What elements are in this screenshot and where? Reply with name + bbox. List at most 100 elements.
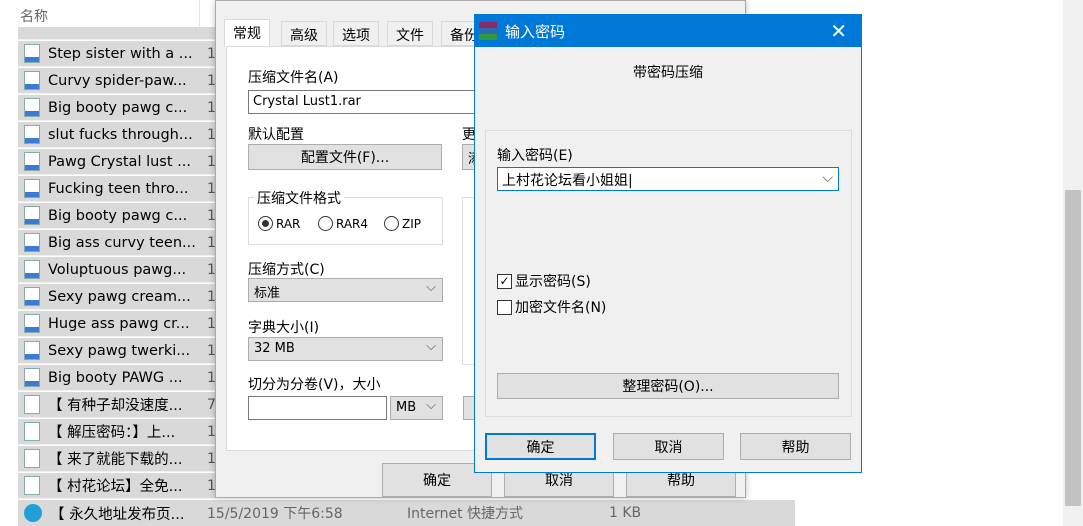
file-name: 【 永久地址发布页... xyxy=(50,506,185,523)
file-name: 【 解压密码：】上... xyxy=(48,425,176,441)
list-item[interactable]: Voluptuous pawg... 1 xyxy=(18,257,216,283)
password-dialog: 输入密码 ✕ 带密码压缩 输入密码(E) 上村花论坛看小姐姐| ⌵ ✓ 显示密码(S… xyxy=(474,14,862,473)
checkbox-label: 显示密码(S) xyxy=(515,274,591,290)
default-profile-label: 默认配置 xyxy=(248,127,304,143)
password-value: 上村花论坛看小姐姐 xyxy=(502,173,628,189)
dialog-title: 输入密码 xyxy=(505,22,566,41)
column-header-name[interactable]: 名称 xyxy=(20,6,48,26)
list-item[interactable]: Big booty PAWG ... 1 xyxy=(18,365,216,391)
format-zip-radio[interactable]: ZIP xyxy=(384,216,421,231)
list-item[interactable]: Big booty pawg c... 1 xyxy=(18,203,216,229)
archive-name-input[interactable]: Crystal Lust1.rar xyxy=(248,90,488,114)
mp4-file-icon xyxy=(24,314,40,333)
radio-icon xyxy=(318,216,333,231)
file-name: Big booty PAWG ... xyxy=(48,369,183,386)
title-bar: 输入密码 ✕ xyxy=(475,15,861,47)
file-name: Fucking teen thro... xyxy=(48,180,189,197)
radio-icon xyxy=(258,216,273,231)
radio-label: RAR xyxy=(276,216,301,231)
list-item[interactable]: 【 来了就能下载的... 1 xyxy=(18,446,216,472)
tab-2[interactable]: 选项 xyxy=(333,21,379,46)
checkmark-icon: ✓ xyxy=(497,273,512,289)
help-button[interactable]: 帮助 xyxy=(740,433,851,460)
mp4-file-icon xyxy=(24,233,40,252)
file-name: Big booty pawg c... xyxy=(48,99,188,116)
split-unit-select[interactable]: MB xyxy=(390,396,443,420)
list-item[interactable]: 【 有种子却没速度... 7 xyxy=(18,392,216,418)
method-select[interactable]: 标准 xyxy=(248,278,443,302)
list-item[interactable]: Step sister with a ... 1 xyxy=(18,41,216,67)
file-name: Step sister with a ... xyxy=(48,45,193,62)
file-name: 【 来了就能下载的... xyxy=(48,452,183,468)
mp4-file-icon xyxy=(24,71,40,90)
split-label: 切分为分卷(V)，大小 xyxy=(248,377,381,393)
mp4-file-icon xyxy=(24,287,40,306)
txt-file-icon xyxy=(24,476,40,495)
list-item-partial[interactable] xyxy=(18,27,215,40)
img-file-icon xyxy=(24,422,40,441)
file-name: Big booty pawg c... xyxy=(48,207,188,224)
format-rar4-radio[interactable]: RAR4 xyxy=(318,216,368,231)
tab-0[interactable]: 常规 xyxy=(224,19,270,47)
close-icon[interactable]: ✕ xyxy=(830,19,847,43)
format-rar-radio[interactable]: RAR xyxy=(258,216,300,231)
list-item[interactable]: 【 永久地址发布页... 15/5/2019 下午6:58 Internet 快… xyxy=(18,500,795,526)
ok-button[interactable]: 确定 xyxy=(485,433,596,460)
file-name: slut fucks through... xyxy=(48,126,193,143)
mp4-file-icon xyxy=(24,341,40,360)
organize-passwords-button[interactable]: 整理密码(O)... xyxy=(497,373,839,399)
list-item[interactable]: Sexy pawg cream... 1 xyxy=(18,284,216,310)
list-item[interactable]: 【 解压密码：】上... 1 xyxy=(18,419,216,445)
column-divider xyxy=(199,0,200,30)
mp4-file-icon xyxy=(24,206,40,225)
list-item[interactable]: 【 村花论坛】全免... 1 xyxy=(18,473,216,499)
file-name: 【 村花论坛】全免... xyxy=(48,479,183,495)
archive-name-label: 压缩文件名(A) xyxy=(248,70,339,86)
list-item[interactable]: Curvy spider-paw... 1 xyxy=(18,68,216,94)
file-name: Big ass curvy teen... xyxy=(48,234,196,251)
list-item[interactable]: Big ass curvy teen... 1 xyxy=(18,230,216,256)
file-name: Curvy spider-paw... xyxy=(48,72,187,89)
checkbox-box xyxy=(497,299,512,315)
list-item[interactable]: Fucking teen thro... 1 xyxy=(18,176,216,202)
file-name: Sexy pawg twerki... xyxy=(48,342,191,359)
list-item[interactable]: Big booty pawg c... 1 xyxy=(18,95,216,121)
edge-shortcut-icon xyxy=(24,504,42,522)
tab-1[interactable]: 高级 xyxy=(281,21,327,46)
mp4-file-icon xyxy=(24,179,40,198)
method-label: 压缩方式(C) xyxy=(248,262,325,278)
scrollbar-thumb[interactable] xyxy=(1065,190,1081,506)
mp4-file-icon xyxy=(24,125,40,144)
mp4-file-icon xyxy=(24,368,40,387)
mp4-file-icon xyxy=(24,98,40,117)
password-label: 输入密码(E) xyxy=(497,148,573,164)
radio-label: ZIP xyxy=(402,216,421,231)
file-date: 15/5/2019 下午6:58 xyxy=(207,506,343,522)
dict-select[interactable]: 32 MB xyxy=(248,337,443,361)
list-item[interactable]: slut fucks through... 1 xyxy=(18,122,216,148)
radio-icon xyxy=(384,216,399,231)
format-label: 压缩文件格式 xyxy=(254,188,344,208)
tab-3[interactable]: 文件 xyxy=(387,21,433,46)
file-name: 【 有种子却没速度... xyxy=(48,398,183,414)
file-name: Huge ass pawg cr... xyxy=(48,315,190,332)
cancel-button[interactable]: 取消 xyxy=(613,433,724,460)
radio-label: RAR4 xyxy=(336,216,369,231)
list-item[interactable]: Huge ass pawg cr... 1 xyxy=(18,311,216,337)
checkbox-label: 加密文件名(N) xyxy=(515,300,607,316)
password-input[interactable]: 上村花论坛看小姐姐| ⌵ xyxy=(497,167,839,191)
list-item[interactable]: Pawg Crystal lust ... 1 xyxy=(18,149,216,175)
split-size-input[interactable] xyxy=(248,396,387,420)
mp4-file-icon xyxy=(24,260,40,279)
mp4-file-icon xyxy=(24,44,40,63)
encrypt-names-checkbox[interactable]: 加密文件名(N) xyxy=(497,297,606,317)
profile-button[interactable]: 配置文件(F)... xyxy=(248,144,442,170)
file-name: Pawg Crystal lust ... xyxy=(48,153,191,170)
file-name: Sexy pawg cream... xyxy=(48,288,191,305)
winrar-icon xyxy=(479,22,497,40)
dict-label: 字典大小(I) xyxy=(248,320,320,336)
dialog-subtitle: 带密码压缩 xyxy=(633,65,703,81)
list-item[interactable]: Sexy pawg twerki... 1 xyxy=(18,338,216,364)
file-type: Internet 快捷方式 xyxy=(407,506,524,522)
show-password-checkbox[interactable]: ✓ 显示密码(S) xyxy=(497,271,591,291)
